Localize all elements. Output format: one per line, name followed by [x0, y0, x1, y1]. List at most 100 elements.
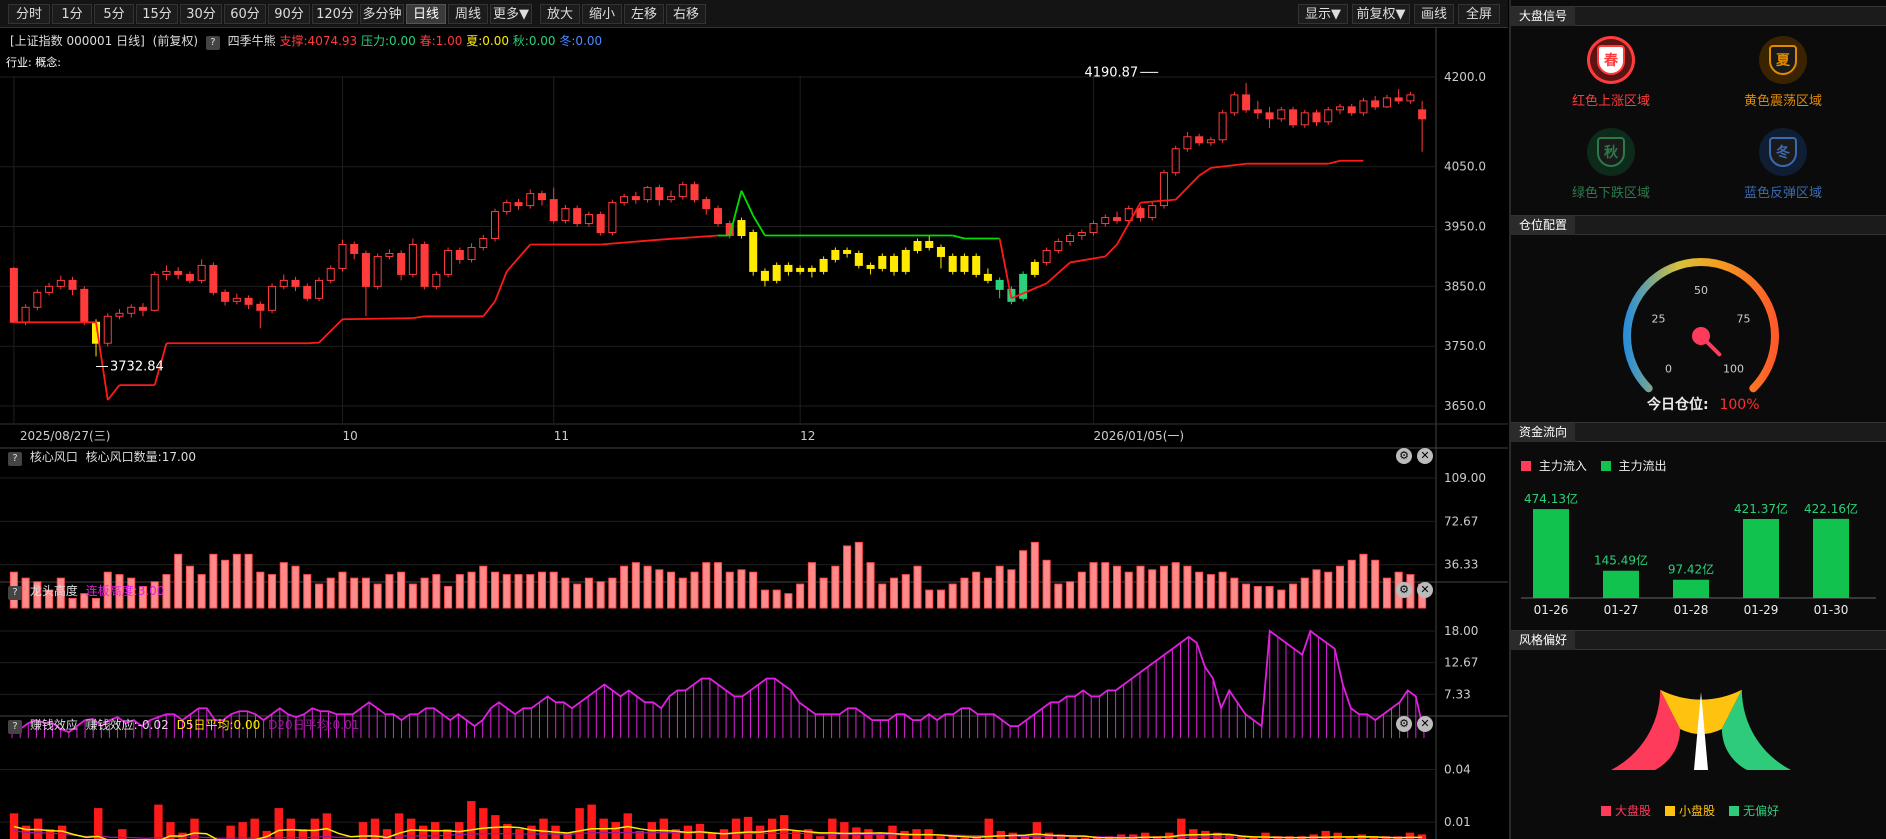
wind-bar [936, 589, 945, 609]
wind-bar [784, 593, 793, 609]
settings-icon[interactable]: ⚙ [1396, 716, 1412, 732]
candle-body [784, 264, 793, 272]
support-line-segment [1104, 243, 1118, 258]
wind-bar [749, 571, 758, 609]
close-icon[interactable]: ✕ [1417, 716, 1433, 732]
toolbar-btn-left-5[interactable]: 60分 [224, 4, 266, 24]
flow-legend-in: 主力流入 [1538, 459, 1587, 473]
help-icon[interactable]: ? [8, 720, 22, 734]
flow-tab[interactable]: 资金流向 [1511, 423, 1576, 442]
wind-bar [1019, 550, 1028, 609]
support-line-segment [506, 243, 531, 273]
toolbar-btn-left-0[interactable]: 分时 [8, 4, 50, 24]
toolbar-btn-left-9[interactable]: 日线 [406, 4, 446, 24]
toolbar-btn-left-11[interactable]: 更多▼ [490, 4, 532, 24]
candle-body [68, 279, 77, 290]
candle-body [1195, 136, 1204, 144]
help-icon[interactable]: ? [8, 586, 22, 600]
support-line-segment [740, 190, 755, 217]
wind-bar [1089, 562, 1098, 609]
close-icon[interactable]: ✕ [1417, 448, 1433, 464]
wind-bar [279, 562, 288, 609]
toolbar-btn-left-10[interactable]: 周线 [448, 4, 488, 24]
candle-body [854, 252, 863, 266]
candle-body [1335, 106, 1345, 111]
money-bar [9, 813, 19, 839]
wind-bar [925, 589, 934, 609]
toolbar-btn-left-12[interactable]: 放大 [540, 4, 580, 24]
signals-tab[interactable]: 大盘信号 [1511, 7, 1576, 26]
toolbar-btn-left-15[interactable]: 右移 [666, 4, 706, 24]
wind-bar [1148, 569, 1157, 609]
wind-bar [432, 574, 441, 609]
panel2-title: 龙头高度 [29, 584, 78, 598]
wind-bar [678, 577, 687, 609]
wind-bar [549, 571, 558, 609]
position-tab[interactable]: 仓位配置 [1511, 216, 1576, 235]
candle-body [162, 270, 171, 275]
panel3-title: 赚钱效应 [29, 718, 78, 732]
flow-value: 421.37亿 [1734, 501, 1788, 516]
flow-value: 97.42亿 [1668, 562, 1714, 577]
settings-icon[interactable]: ⚙ [1396, 582, 1412, 598]
flow-value: 422.16亿 [1804, 501, 1858, 516]
toolbar-btn-right-2[interactable]: 画线 [1414, 4, 1454, 24]
y-tick-label: 72.67 [1444, 514, 1478, 528]
candle-body [314, 279, 324, 299]
wind-bar [1171, 562, 1180, 609]
shield-icon: 春 [1597, 45, 1625, 75]
y-tick-label: 0.01 [1444, 815, 1471, 829]
toolbar-btn-left-1[interactable]: 1分 [52, 4, 92, 24]
flow-bar [1673, 579, 1709, 598]
candle-body [491, 211, 500, 240]
toolbar-btn-left-8[interactable]: 多分钟 [360, 4, 404, 24]
candle-body [866, 264, 875, 269]
toolbar-btn-right-3[interactable]: 全屏 [1458, 4, 1500, 24]
money-bar [731, 818, 741, 839]
toolbar-btn-left-3[interactable]: 15分 [136, 4, 178, 24]
toolbar-btn-left-6[interactable]: 90分 [268, 4, 310, 24]
wind-bar [209, 553, 218, 609]
style-panel-header: 风格偏好 [1511, 630, 1886, 650]
toolbar-btn-right-0[interactable]: 显示▼ [1298, 4, 1348, 24]
candle-body [1089, 223, 1098, 234]
candle-body [1136, 208, 1145, 219]
wind-bar [866, 562, 875, 609]
wind-bar [185, 565, 194, 609]
signal-0: 春红色上涨区域 [1521, 36, 1701, 109]
candle-body [56, 279, 65, 287]
candle-body [502, 202, 511, 213]
settings-icon[interactable]: ⚙ [1396, 448, 1412, 464]
toolbar-btn-right-1[interactable]: 前复权▼ [1352, 4, 1410, 24]
wind-bar [972, 571, 981, 609]
candle-body [1242, 94, 1251, 111]
shield-icon: 夏 [1769, 45, 1797, 75]
wind-bar [361, 577, 370, 609]
wind-bar [303, 574, 312, 609]
candle-body [584, 214, 593, 225]
signal-label: 黄色震荡区域 [1743, 94, 1822, 109]
wind-bar [373, 583, 382, 609]
toolbar-btn-left-2[interactable]: 5分 [94, 4, 134, 24]
wind-bar [596, 581, 605, 609]
app-root: 分时 1分 5分 15分 30分 60分 90分 120分 多分钟 日线 周线 更多▼ 放大 缩小 左移 右移… [0, 0, 1886, 839]
flow-value: 474.13亿 [1524, 491, 1578, 506]
candle-body [1289, 109, 1298, 126]
toolbar-btn-left-14[interactable]: 左移 [624, 4, 664, 24]
money-bar [527, 825, 536, 839]
close-icon[interactable]: ✕ [1417, 582, 1433, 598]
wind-bar [1077, 571, 1086, 609]
candle-body [772, 264, 781, 281]
wind-bar [1030, 541, 1039, 609]
help-icon[interactable]: ? [8, 452, 22, 466]
candle-body [1230, 94, 1239, 114]
toolbar-btn-left-4[interactable]: 30分 [180, 4, 222, 24]
candle-body [983, 273, 992, 281]
toolbar-btn-left-13[interactable]: 缩小 [582, 4, 622, 24]
candle-body [925, 240, 934, 248]
style-tab[interactable]: 风格偏好 [1511, 631, 1576, 650]
candle-body [1312, 112, 1321, 123]
gauge-tick: 100 [1723, 363, 1744, 376]
toolbar-btn-left-7[interactable]: 120分 [312, 4, 358, 24]
wind-bar [514, 574, 523, 609]
